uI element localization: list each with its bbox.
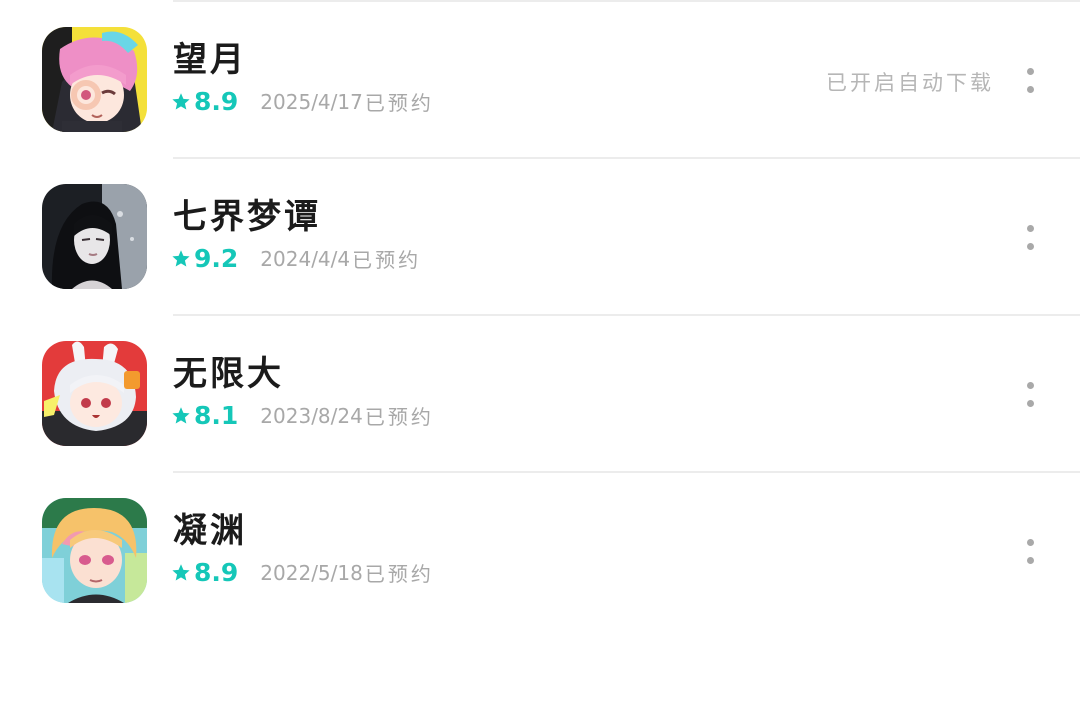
- reserve-status: 已预约: [364, 91, 434, 115]
- star-icon: [172, 92, 190, 109]
- more-dot-icon: [1027, 243, 1034, 250]
- game-meta: 9.2 2024/4/4 已预约: [171, 244, 421, 273]
- rating-score: 8.1: [194, 401, 239, 430]
- game-row-qijiemengtan[interactable]: 七界梦谭 9.2 2024/4/4 已预约: [0, 159, 1080, 316]
- reserve-status: 已预约: [364, 405, 434, 429]
- game-row-wuxianda[interactable]: 无限大 8.1 2023/8/24 已预约: [0, 316, 1080, 473]
- dark-haired-woman-icon[interactable]: [42, 184, 147, 289]
- star-icon: [172, 406, 190, 423]
- anime-girl-pink-hair-icon[interactable]: [42, 27, 147, 132]
- game-meta: 8.9 2025/4/17 已预约: [171, 87, 434, 116]
- reserve-date: 2023/8/24: [260, 403, 363, 428]
- white-haired-bunny-girl-icon[interactable]: [42, 341, 147, 446]
- game-meta: 8.9 2022/5/18 已预约: [171, 558, 434, 587]
- auto-download-status: 已开启自动下载: [826, 71, 994, 95]
- reserve-date: 2025/4/17: [260, 89, 363, 114]
- rating-score: 9.2: [194, 244, 239, 273]
- game-name[interactable]: 七界梦谭: [173, 189, 321, 238]
- more-options-button[interactable]: [1015, 59, 1045, 101]
- more-dot-icon: [1027, 557, 1034, 564]
- star-icon: [172, 249, 190, 266]
- game-name[interactable]: 无限大: [173, 346, 284, 395]
- more-dot-icon: [1027, 86, 1034, 93]
- reserve-status: 已预约: [352, 248, 422, 272]
- more-options-button[interactable]: [1015, 216, 1045, 258]
- reserve-date: 2022/5/18: [260, 560, 363, 585]
- more-options-button[interactable]: [1015, 373, 1045, 415]
- more-dot-icon: [1027, 400, 1034, 407]
- game-row-ningyuan[interactable]: 凝渊 8.9 2022/5/18 已预约: [0, 473, 1080, 630]
- reserve-date: 2024/4/4: [260, 246, 351, 271]
- more-dot-icon: [1027, 225, 1034, 232]
- game-meta: 8.1 2023/8/24 已预约: [171, 401, 434, 430]
- more-dot-icon: [1027, 539, 1034, 546]
- blonde-anime-boy-icon[interactable]: [42, 498, 147, 603]
- star-icon: [172, 563, 190, 580]
- reserve-status: 已预约: [364, 562, 434, 586]
- game-row-wangyue[interactable]: 望月 8.9 2025/4/17 已预约 已开启自动下载: [0, 2, 1080, 159]
- more-dot-icon: [1027, 68, 1034, 75]
- game-name[interactable]: 望月: [173, 32, 247, 81]
- rating-score: 8.9: [194, 558, 239, 587]
- rating-score: 8.9: [194, 87, 239, 116]
- reserved-games-list: 望月 8.9 2025/4/17 已预约 已开启自动下载 七界梦谭 9.2 20…: [0, 0, 1080, 709]
- more-dot-icon: [1027, 382, 1034, 389]
- game-name[interactable]: 凝渊: [173, 503, 247, 552]
- more-options-button[interactable]: [1015, 530, 1045, 572]
